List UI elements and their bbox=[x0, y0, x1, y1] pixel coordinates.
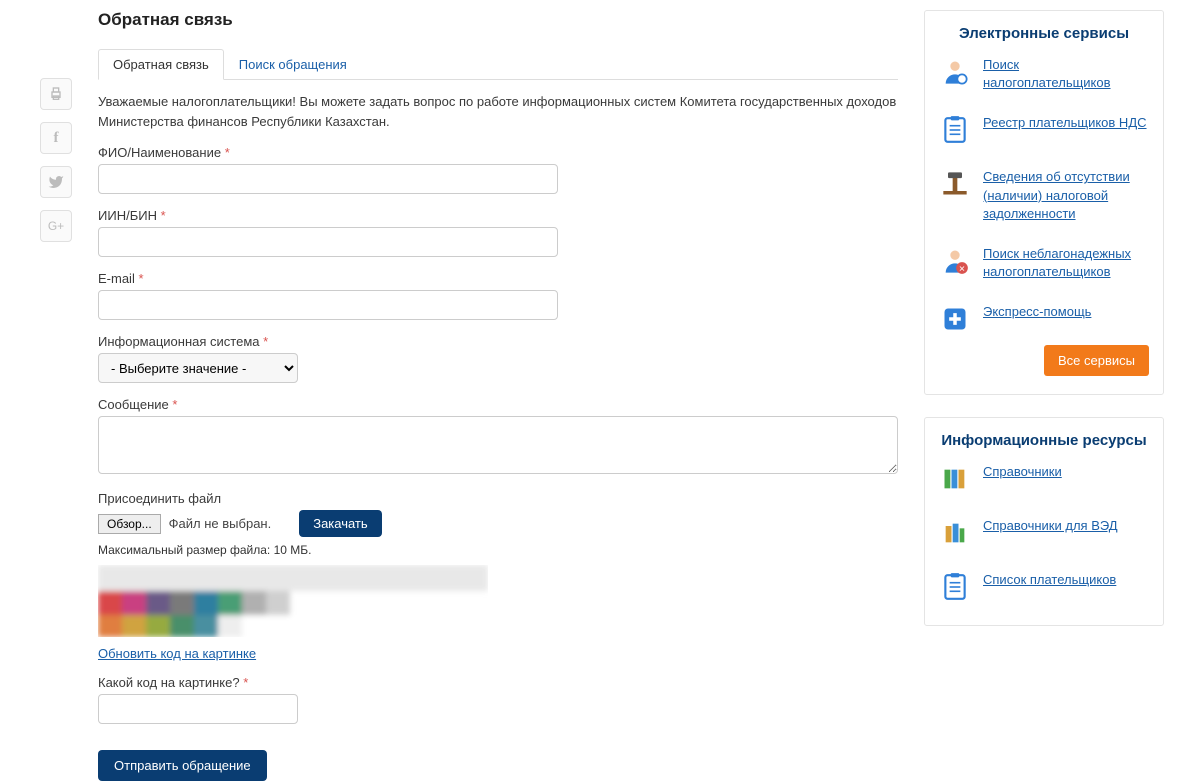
service-item-debt-info: Сведения об отсутствии (наличии) налогов… bbox=[939, 168, 1149, 223]
email-input[interactable] bbox=[98, 290, 558, 320]
service-item-express-help: Экспресс-помощь bbox=[939, 303, 1149, 335]
captcha-label: Какой код на картинке? * bbox=[98, 675, 898, 690]
user-search-icon bbox=[939, 56, 971, 88]
captcha-input[interactable] bbox=[98, 694, 298, 724]
tab-search-request[interactable]: Поиск обращения bbox=[224, 49, 362, 80]
services-panel: Электронные сервисы Поиск налогоплательщ… bbox=[924, 10, 1164, 395]
file-status-text: Файл не выбран. bbox=[169, 516, 272, 531]
iin-label: ИИН/БИН * bbox=[98, 208, 898, 223]
tab-feedback[interactable]: Обратная связь bbox=[98, 49, 224, 80]
service-link[interactable]: Реестр плательщиков НДС bbox=[983, 114, 1147, 132]
twitter-icon[interactable] bbox=[40, 166, 72, 198]
print-icon[interactable] bbox=[40, 78, 72, 110]
service-link[interactable]: Сведения об отсутствии (наличии) налогов… bbox=[983, 168, 1149, 223]
resource-link[interactable]: Справочники для ВЭД bbox=[983, 517, 1118, 535]
service-link[interactable]: Поиск неблагонадежных налогоплательщиков bbox=[983, 245, 1149, 281]
iin-input[interactable] bbox=[98, 227, 558, 257]
system-label: Информационная система * bbox=[98, 334, 898, 349]
intro-text: Уважаемые налогоплательщики! Вы можете з… bbox=[98, 92, 898, 131]
resource-item-payers-list: Список плательщиков bbox=[939, 571, 1149, 603]
svg-text:✕: ✕ bbox=[959, 264, 966, 273]
social-share-column: f G+ bbox=[40, 10, 80, 781]
resource-link[interactable]: Справочники bbox=[983, 463, 1062, 481]
services-title: Электронные сервисы bbox=[939, 25, 1149, 42]
fio-input[interactable] bbox=[98, 164, 558, 194]
all-services-button[interactable]: Все сервисы bbox=[1044, 345, 1149, 376]
message-label: Сообщение * bbox=[98, 397, 898, 412]
browse-button[interactable]: Обзор... bbox=[98, 514, 161, 534]
sidebar: Электронные сервисы Поиск налогоплательщ… bbox=[924, 10, 1164, 781]
refresh-captcha-link[interactable]: Обновить код на картинке bbox=[98, 646, 256, 661]
main-content: Обратная связь Обратная связь Поиск обра… bbox=[98, 10, 898, 781]
books-icon bbox=[939, 463, 971, 495]
page-title: Обратная связь bbox=[98, 10, 898, 30]
system-select[interactable]: - Выберите значение - bbox=[98, 353, 298, 383]
resources-title: Информационные ресурсы bbox=[939, 432, 1149, 449]
resource-item-directories: Справочники bbox=[939, 463, 1149, 495]
upload-button[interactable]: Закачать bbox=[299, 510, 381, 537]
service-link[interactable]: Поиск налогоплательщиков bbox=[983, 56, 1149, 92]
captcha-image bbox=[98, 565, 898, 640]
attach-label: Присоединить файл bbox=[98, 491, 898, 506]
resource-item-ved-directories: Справочники для ВЭД bbox=[939, 517, 1149, 549]
user-warn-icon: ✕ bbox=[939, 245, 971, 277]
books-alt-icon bbox=[939, 517, 971, 549]
facebook-icon[interactable]: f bbox=[40, 122, 72, 154]
message-textarea[interactable] bbox=[98, 416, 898, 474]
service-item-unreliable-search: ✕ Поиск неблагонадежных налогоплательщик… bbox=[939, 245, 1149, 281]
resource-link[interactable]: Список плательщиков bbox=[983, 571, 1116, 589]
googleplus-icon[interactable]: G+ bbox=[40, 210, 72, 242]
submit-button[interactable]: Отправить обращение bbox=[98, 750, 267, 781]
clipboard-icon bbox=[939, 571, 971, 603]
email-label: E-mail * bbox=[98, 271, 898, 286]
file-hint-text: Максимальный размер файла: 10 МБ. bbox=[98, 543, 898, 557]
tabs-bar: Обратная связь Поиск обращения bbox=[98, 48, 898, 80]
hammer-icon bbox=[939, 168, 971, 200]
fio-label: ФИО/Наименование * bbox=[98, 145, 898, 160]
service-item-vat-registry: Реестр плательщиков НДС bbox=[939, 114, 1149, 146]
resources-panel: Информационные ресурсы Справочники Справ… bbox=[924, 417, 1164, 626]
service-item-taxpayer-search: Поиск налогоплательщиков bbox=[939, 56, 1149, 92]
help-icon bbox=[939, 303, 971, 335]
service-link[interactable]: Экспресс-помощь bbox=[983, 303, 1091, 321]
clipboard-icon bbox=[939, 114, 971, 146]
